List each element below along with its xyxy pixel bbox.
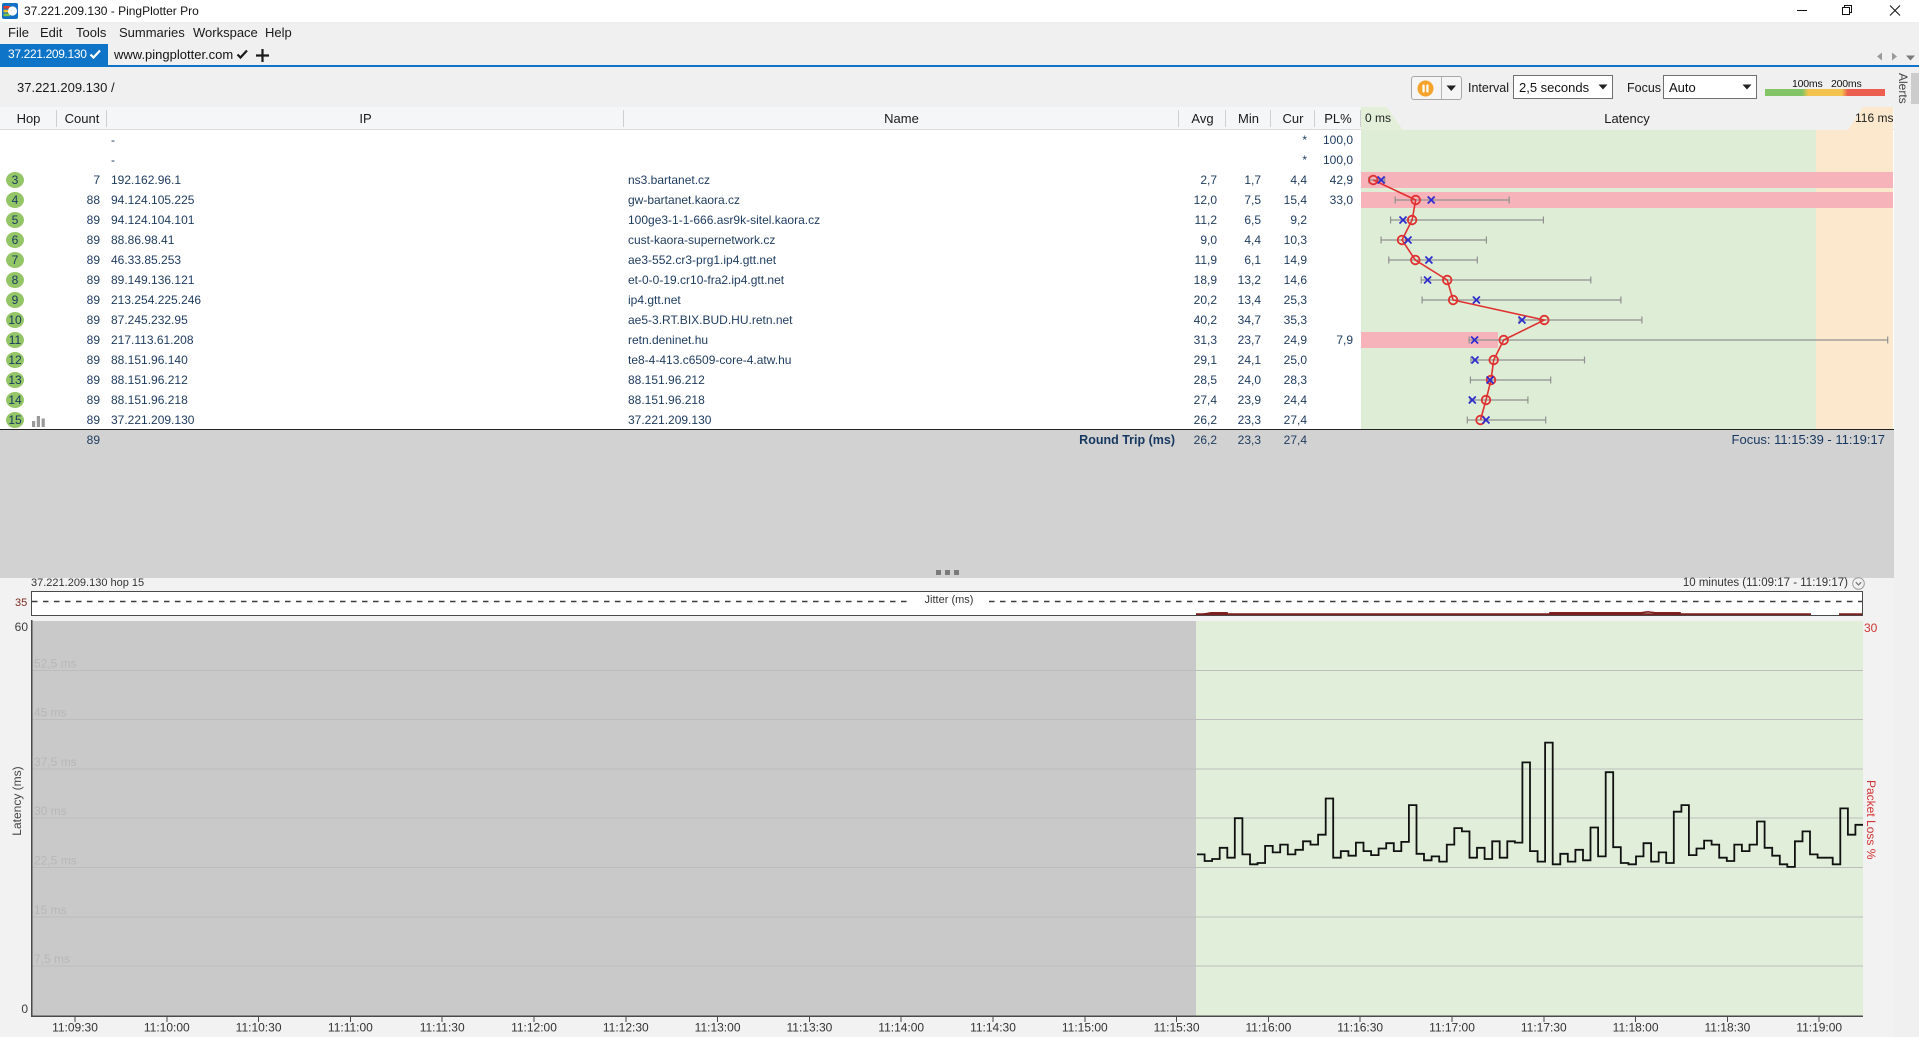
- svg-text:11:12:00: 11:12:00: [511, 1021, 557, 1035]
- svg-text:11:10:00: 11:10:00: [144, 1021, 190, 1035]
- svg-text:11:16:30: 11:16:30: [1337, 1021, 1383, 1035]
- svg-text:15 ms: 15 ms: [34, 903, 67, 917]
- svg-text:11:13:30: 11:13:30: [786, 1021, 832, 1035]
- svg-text:11:14:30: 11:14:30: [970, 1021, 1016, 1035]
- svg-text:11:16:00: 11:16:00: [1245, 1021, 1291, 1035]
- svg-text:37,5 ms: 37,5 ms: [34, 755, 77, 769]
- svg-text:11:18:30: 11:18:30: [1704, 1021, 1750, 1035]
- svg-text:45 ms: 45 ms: [34, 706, 67, 720]
- svg-text:11:12:30: 11:12:30: [603, 1021, 649, 1035]
- svg-text:Jitter (ms): Jitter (ms): [925, 594, 974, 606]
- svg-text:11:18:00: 11:18:00: [1613, 1021, 1659, 1035]
- svg-text:11:19:00: 11:19:00: [1796, 1021, 1842, 1035]
- svg-text:11:17:00: 11:17:00: [1429, 1021, 1475, 1035]
- svg-text:11:14:00: 11:14:00: [878, 1021, 924, 1035]
- svg-text:7,5 ms: 7,5 ms: [34, 952, 70, 966]
- svg-text:22,5 ms: 22,5 ms: [34, 854, 77, 868]
- svg-text:11:11:00: 11:11:00: [328, 1021, 373, 1035]
- svg-text:52,5 ms: 52,5 ms: [34, 656, 77, 670]
- svg-text:11:17:30: 11:17:30: [1521, 1021, 1567, 1035]
- svg-text:11:15:30: 11:15:30: [1154, 1021, 1200, 1035]
- svg-text:11:13:00: 11:13:00: [695, 1021, 741, 1035]
- svg-text:11:15:00: 11:15:00: [1062, 1021, 1108, 1035]
- svg-text:30 ms: 30 ms: [34, 804, 67, 818]
- svg-text:11:09:30: 11:09:30: [52, 1021, 98, 1035]
- svg-text:11:11:30: 11:11:30: [420, 1021, 465, 1035]
- svg-text:11:10:30: 11:10:30: [236, 1021, 282, 1035]
